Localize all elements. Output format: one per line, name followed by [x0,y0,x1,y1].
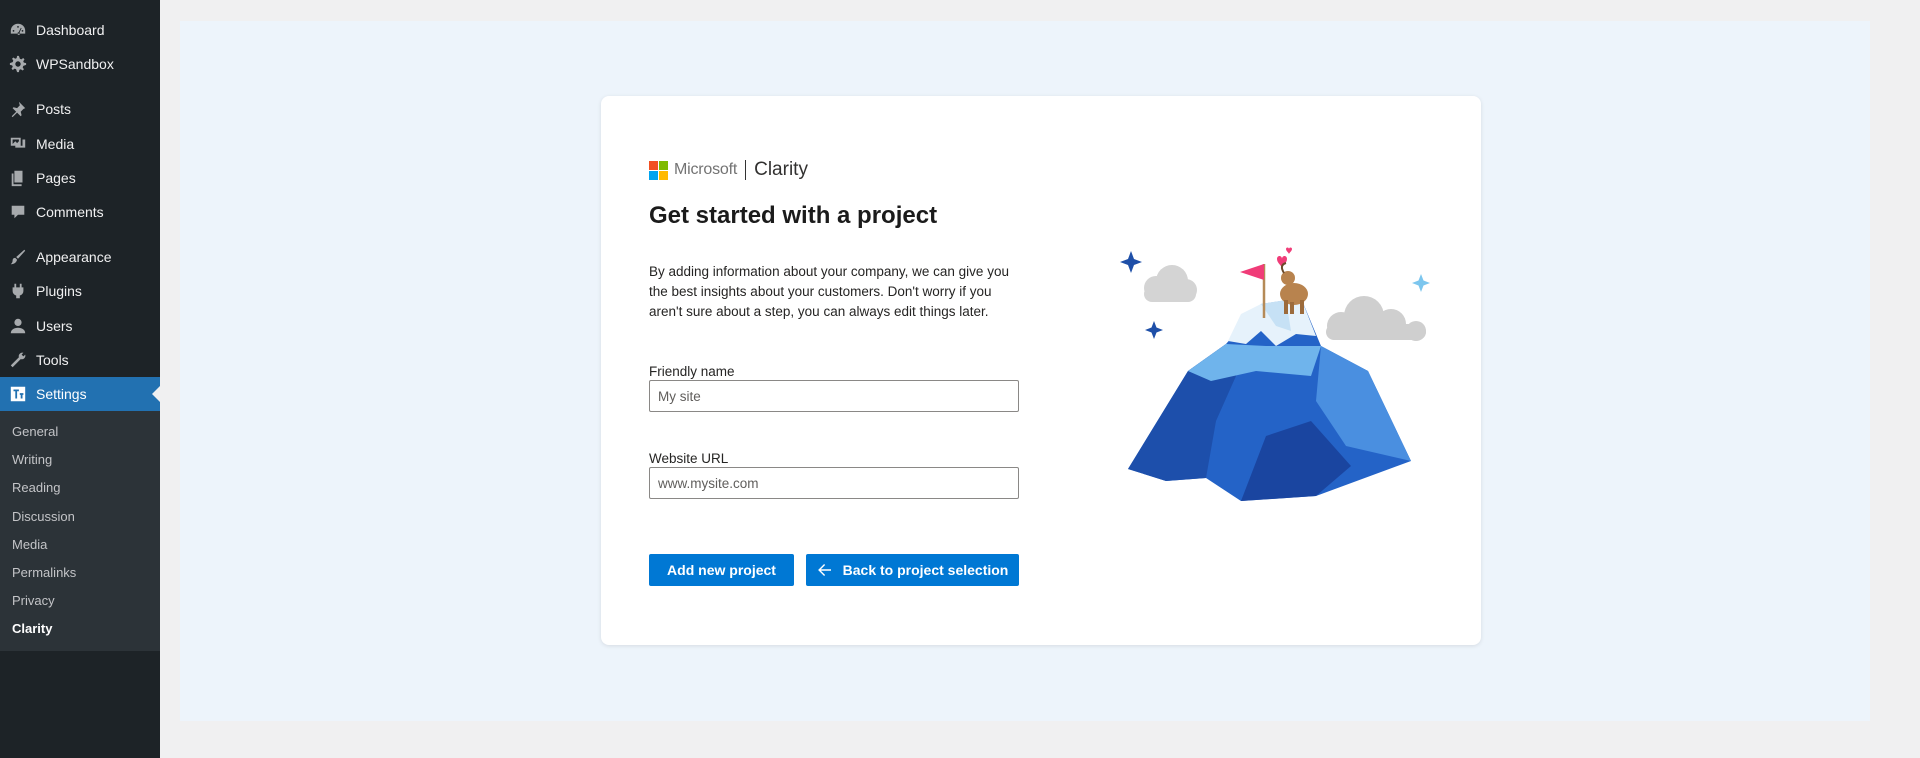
submenu-item-reading[interactable]: Reading [12,480,60,495]
website-url-input[interactable] [649,467,1019,499]
sidebar-item-comments[interactable]: Comments [0,195,160,229]
cloud-small [1144,265,1197,302]
intro-text: By adding information about your company… [649,264,1009,319]
microsoft-clarity-logo: Microsoft Clarity [649,158,808,182]
submenu-item-permalinks[interactable]: Permalinks [12,565,76,580]
sidebar-item-dashboard[interactable]: Dashboard [0,13,160,47]
gear-icon [8,54,28,74]
sidebar-item-label: Tools [36,352,69,368]
sidebar-item-label: Settings [36,386,87,402]
arrow-left-icon [817,564,831,576]
comment-icon [8,202,28,222]
sparkle-icon [1412,274,1430,292]
wrench-icon [8,350,28,370]
sidebar-item-label: Comments [36,204,104,220]
sidebar-item-wpsandbox[interactable]: WPSandbox [0,47,160,81]
submenu-item-general[interactable]: General [12,424,58,439]
sidebar-item-label: Dashboard [36,22,105,38]
sidebar-item-label: Pages [36,170,76,186]
back-to-project-selection-button[interactable]: Back to project selection [806,554,1019,586]
pages-icon [8,168,28,188]
back-label: Back to project selection [842,562,1009,578]
sparkle-icon [1120,251,1142,273]
submenu-item-writing[interactable]: Writing [12,452,52,467]
sidebar-item-settings[interactable]: Settings [0,377,160,411]
sidebar-item-users[interactable]: Users [0,309,160,343]
sidebar-item-label: Appearance [36,249,112,265]
sparkle-icon [1145,321,1163,339]
add-new-project-button[interactable]: Add new project [649,554,794,586]
goat-icon [1280,262,1308,314]
sidebar-item-tools[interactable]: Tools [0,343,160,377]
website-url-label: Website URL [649,451,729,466]
page-title: Get started with a project [649,202,938,229]
sidebar-item-label: Plugins [36,283,82,299]
dashboard-icon [8,20,28,40]
media-icon [8,134,28,154]
sidebar-item-plugins[interactable]: Plugins [0,274,160,308]
settings-icon [8,384,28,404]
brand-name: Microsoft [674,161,738,178]
submenu-item-privacy[interactable]: Privacy [12,593,55,608]
add-new-project-label: Add new project [667,562,776,578]
pin-icon [8,99,28,119]
sidebar-item-appearance[interactable]: Appearance [0,240,160,274]
sidebar-item-label: Media [36,136,75,152]
cloud-large [1326,296,1426,341]
sidebar-item-pages[interactable]: Pages [0,161,160,195]
heart-icon [1286,247,1292,254]
mountain-goat-illustration [1120,247,1430,501]
submenu-item-clarity[interactable]: Clarity [12,621,52,636]
brush-icon [8,247,28,267]
product-name: Clarity [754,159,808,180]
project-setup-card: Microsoft Clarity Get started with a pro… [601,96,1481,645]
settings-submenu: General Writing Reading Discussion Media… [0,411,160,651]
admin-sidebar: Dashboard WPSandbox Posts Media Pages Co… [0,0,160,758]
sidebar-item-label: WPSandbox [36,56,114,72]
friendly-name-label: Friendly name [649,364,735,379]
friendly-name-input[interactable] [649,380,1019,412]
sidebar-item-media[interactable]: Media [0,127,160,161]
user-icon [8,316,28,336]
sidebar-item-label: Users [36,318,73,334]
clarity-content-area: Microsoft Clarity Get started with a pro… [180,21,1870,721]
logo-divider [745,160,747,180]
flag-icon [1240,264,1264,280]
sidebar-item-label: Posts [36,101,72,117]
sidebar-item-posts[interactable]: Posts [0,92,160,126]
microsoft-logo-icon [649,160,668,180]
submenu-item-discussion[interactable]: Discussion [12,509,75,524]
submenu-item-media[interactable]: Media [12,537,47,552]
plug-icon [8,281,28,301]
current-menu-arrow [152,386,160,402]
